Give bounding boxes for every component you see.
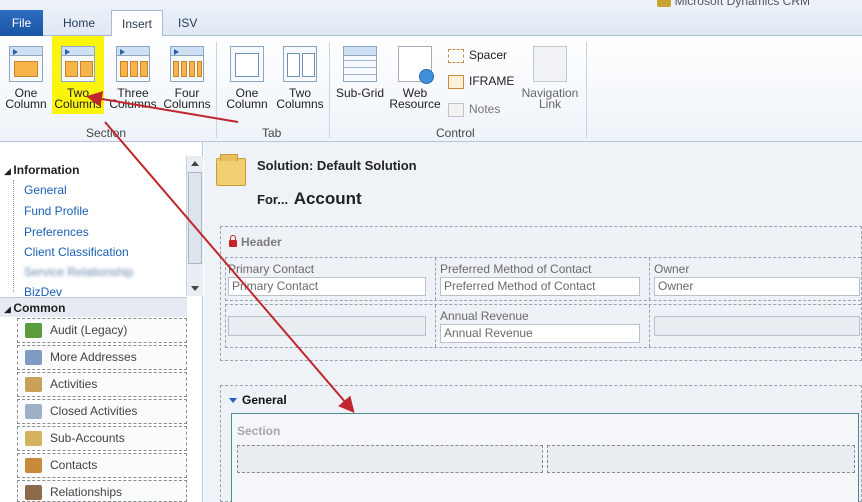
iframe-icon <box>448 74 464 89</box>
solution-folder-icon <box>216 154 246 186</box>
section-container[interactable]: Section <box>231 413 859 502</box>
sub-accounts-icon <box>25 431 42 446</box>
web-resource-icon <box>398 46 434 84</box>
header-cell-primary-contact[interactable]: Primary Contact Primary Contact <box>226 258 436 300</box>
four-columns-section-icon <box>170 46 204 82</box>
header-row: Annual Revenue Annual Revenue <box>225 304 861 348</box>
web-resource-button[interactable]: Web Resource <box>389 44 441 110</box>
nav-item-contacts[interactable]: Contacts <box>17 453 187 478</box>
navigation-link-button[interactable]: Navigation Link <box>520 44 580 110</box>
owner-field[interactable]: Owner <box>654 277 860 296</box>
tab-isv[interactable]: ISV <box>168 10 207 36</box>
ribbon-divider <box>329 42 330 138</box>
contacts-icon <box>25 458 42 473</box>
nav-item-more-addresses[interactable]: More Addresses <box>17 345 187 370</box>
header-cell-preferred-method[interactable]: Preferred Method of Contact Preferred Me… <box>438 258 650 300</box>
general-tab-label[interactable]: General <box>229 393 287 407</box>
tab-one-column-button[interactable]: One Column <box>221 44 273 110</box>
control-group-label: Control <box>436 126 475 140</box>
section-three-columns-button[interactable]: Three Columns <box>107 44 159 110</box>
tab-file[interactable]: File <box>0 10 43 36</box>
scroll-down-icon[interactable] <box>191 286 199 291</box>
brand-title: Microsoft Dynamics CRM <box>656 0 810 8</box>
nav-common-header[interactable]: ◢ Common <box>0 297 187 317</box>
lock-icon <box>229 235 237 247</box>
section-one-column-button[interactable]: One Column <box>0 44 52 110</box>
audit-icon <box>25 323 42 338</box>
nav-information-header[interactable]: ◢ Information <box>0 160 186 180</box>
entity-title: For... Account <box>257 189 362 208</box>
tab-insert[interactable]: Insert <box>111 10 164 37</box>
section-column-right[interactable] <box>547 445 855 473</box>
section-four-columns-button[interactable]: Four Columns <box>161 44 213 110</box>
two-columns-tab-icon <box>283 46 317 82</box>
collapse-triangle-icon: ◢ <box>4 166 14 176</box>
general-tab[interactable]: General Section <box>220 385 862 502</box>
notes-button[interactable]: Notes <box>448 100 500 118</box>
nav-link-client-classification[interactable]: Client Classification <box>24 242 129 262</box>
header-cell-empty[interactable] <box>652 305 862 347</box>
expand-triangle-icon <box>229 398 237 403</box>
section-label: Section <box>237 424 281 438</box>
navigation-link-icon <box>533 46 567 82</box>
form-editor-canvas: Solution: Default Solution For... Accoun… <box>204 142 862 502</box>
ribbon-divider <box>586 42 587 138</box>
activities-icon <box>25 377 42 392</box>
notes-icon <box>448 102 464 117</box>
scroll-up-icon[interactable] <box>191 161 199 166</box>
section-two-columns-button[interactable]: Two Columns <box>52 36 104 114</box>
relationships-icon <box>25 485 42 500</box>
empty-field-placeholder <box>228 316 426 336</box>
nav-item-audit-legacy[interactable]: Audit (Legacy) <box>17 318 187 343</box>
header-cell-annual-revenue[interactable]: Annual Revenue Annual Revenue <box>438 305 650 347</box>
spacer-icon <box>448 48 464 63</box>
solution-title: Solution: Default Solution <box>257 158 417 173</box>
nav-link-bizdev[interactable]: BizDev <box>24 282 62 296</box>
annual-revenue-field[interactable]: Annual Revenue <box>440 324 640 343</box>
header-row: Primary Contact Primary Contact Preferre… <box>225 257 861 301</box>
nav-link-preferences[interactable]: Preferences <box>24 222 89 242</box>
nav-link-blurred[interactable]: Service Relationship <box>24 262 133 282</box>
ribbon-divider <box>216 42 217 138</box>
iframe-button[interactable]: IFRAME <box>448 72 514 90</box>
header-cell-owner[interactable]: Owner Owner <box>652 258 862 300</box>
ribbon: One Column Two Columns Three Columns Fou… <box>0 36 862 142</box>
scroll-thumb[interactable] <box>188 172 202 264</box>
tree-line <box>13 180 14 292</box>
three-columns-section-icon <box>116 46 150 82</box>
header-cell-empty[interactable] <box>226 305 436 347</box>
two-columns-section-icon <box>61 46 95 82</box>
section-column-left[interactable] <box>237 445 543 473</box>
subgrid-button[interactable]: Sub-Grid <box>334 44 386 99</box>
nav-link-general[interactable]: General <box>24 180 67 200</box>
addresses-icon <box>25 350 42 365</box>
one-column-section-icon <box>9 46 43 82</box>
primary-contact-field[interactable]: Primary Contact <box>228 277 426 296</box>
nav-scrollbar[interactable] <box>186 156 203 296</box>
empty-field-placeholder <box>654 316 860 336</box>
form-navigation: ◢ Information General Fund Profile Prefe… <box>0 142 203 502</box>
one-column-tab-icon <box>230 46 264 82</box>
collapse-triangle-icon: ◢ <box>4 304 14 314</box>
spacer-button[interactable]: Spacer <box>448 46 507 64</box>
nav-item-sub-accounts[interactable]: Sub-Accounts <box>17 426 187 451</box>
dynamics-logo-icon <box>656 0 671 7</box>
tab-two-columns-button[interactable]: Two Columns <box>274 44 326 110</box>
closed-activities-icon <box>25 404 42 419</box>
subgrid-icon <box>343 46 377 82</box>
preferred-method-field[interactable]: Preferred Method of Contact <box>440 277 640 296</box>
nav-item-activities[interactable]: Activities <box>17 372 187 397</box>
nav-item-closed-activities[interactable]: Closed Activities <box>17 399 187 424</box>
form-header[interactable]: Header Primary Contact Primary Contact P… <box>220 226 862 361</box>
nav-item-relationships[interactable]: Relationships <box>17 480 187 502</box>
ribbon-tab-bar: Microsoft Dynamics CRM File Home Insert … <box>0 0 862 37</box>
nav-link-fund-profile[interactable]: Fund Profile <box>24 201 89 221</box>
tab-group-label: Tab <box>262 126 282 140</box>
tab-home[interactable]: Home <box>53 10 105 36</box>
header-label: Header <box>229 235 282 249</box>
section-group-label: Section <box>86 126 127 140</box>
